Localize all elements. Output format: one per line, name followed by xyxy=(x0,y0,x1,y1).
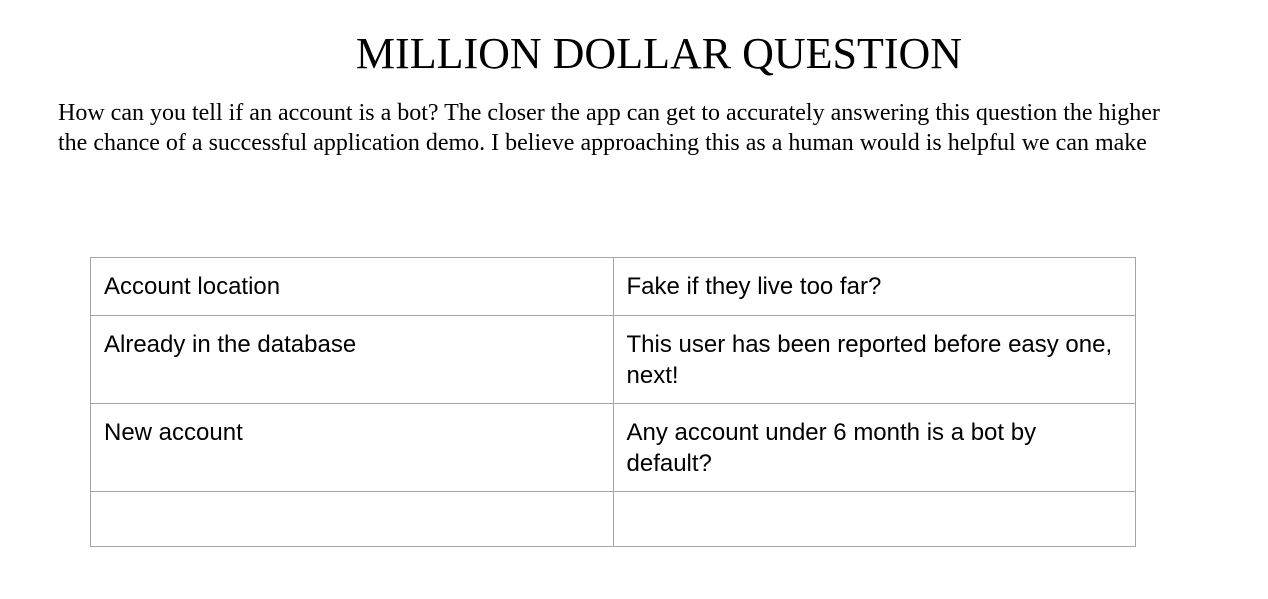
table-cell-note[interactable]: This user has been reported before easy … xyxy=(612,315,1136,404)
intro-paragraph: How can you tell if an account is a bot?… xyxy=(58,98,1258,158)
intro-line: the chance of a successful application d… xyxy=(58,130,1147,156)
table-cell-note[interactable] xyxy=(612,491,1136,547)
table-cell-criterion[interactable]: Already in the database xyxy=(90,315,614,404)
table-cell-note[interactable]: Any account under 6 month is a bot by de… xyxy=(612,403,1136,492)
table-row: Account location Fake if they live too f… xyxy=(90,257,1136,316)
table-row: New account Any account under 6 month is… xyxy=(90,403,1136,492)
table-cell-criterion[interactable] xyxy=(90,491,614,547)
intro-line: How can you tell if an account is a bot?… xyxy=(58,100,1160,126)
table-row: Already in the database This user has be… xyxy=(90,315,1136,404)
table-cell-note[interactable]: Fake if they live too far? xyxy=(612,257,1136,316)
table-cell-criterion[interactable]: New account xyxy=(90,403,614,492)
criteria-table: Account location Fake if they live too f… xyxy=(90,257,1136,547)
page-title: MILLION DOLLAR QUESTION xyxy=(355,29,963,78)
table-row xyxy=(90,491,1136,547)
table-cell-criterion[interactable]: Account location xyxy=(90,257,614,316)
